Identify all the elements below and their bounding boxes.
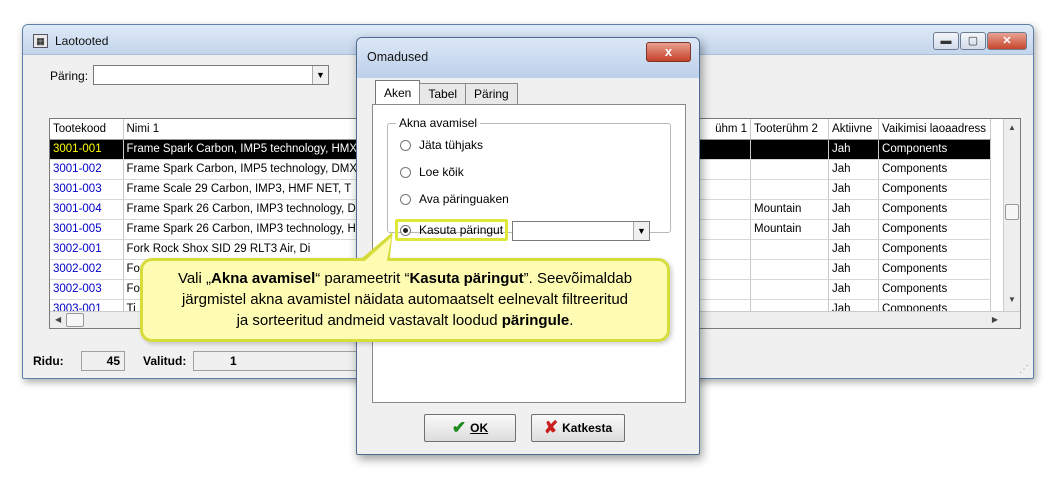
- horizontal-scroll-thumb[interactable]: [66, 313, 84, 327]
- app-icon: ▦: [33, 34, 48, 48]
- cell-addr[interactable]: Components: [878, 199, 992, 220]
- column-header[interactable]: Aktiivne: [828, 119, 880, 140]
- cell-code[interactable]: 3001-002: [50, 159, 124, 180]
- close-button[interactable]: ✕: [987, 32, 1027, 50]
- cell-addr[interactable]: Components: [878, 159, 992, 180]
- checkmark-icon: ✔: [451, 418, 467, 437]
- column-header[interactable]: Tooterühm 2: [750, 119, 830, 140]
- maximize-button[interactable]: ▢: [960, 32, 986, 50]
- cell-name[interactable]: Frame Spark 26 Carbon, IMP3 technology, …: [123, 199, 362, 220]
- chevron-down-icon[interactable]: ▼: [633, 222, 649, 240]
- tab-tabel[interactable]: Tabel: [419, 83, 467, 104]
- column-header[interactable]: Nimi 1: [123, 119, 362, 140]
- tab-paring[interactable]: Päring: [465, 83, 518, 104]
- callout-line-1: Vali „Akna avamisel“ parameetrit “Kasuta…: [177, 270, 633, 287]
- cell-active[interactable]: Jah: [828, 239, 880, 260]
- cell-g2[interactable]: [750, 159, 830, 180]
- resize-grip-icon[interactable]: ⋰: [1019, 364, 1029, 375]
- scroll-down-icon[interactable]: ▼: [1008, 295, 1016, 304]
- scroll-right-icon[interactable]: ▶: [992, 315, 998, 324]
- cell-g2[interactable]: [750, 139, 830, 160]
- radio-icon: [400, 166, 411, 178]
- cell-name[interactable]: Frame Spark Carbon, IMP5 technology, DMX: [123, 159, 362, 180]
- cell-addr[interactable]: Components: [878, 139, 992, 160]
- column-header[interactable]: Vaikimisi laoaadress: [878, 119, 992, 140]
- ok-button[interactable]: ✔ OK: [424, 414, 516, 442]
- cell-active[interactable]: Jah: [828, 199, 880, 220]
- callout-tooltip: Vali „Akna avamisel“ parameetrit “Kasuta…: [140, 258, 670, 342]
- tab-aken[interactable]: Aken: [375, 80, 421, 104]
- cell-g2[interactable]: [750, 239, 830, 260]
- cell-addr[interactable]: Components: [878, 239, 992, 260]
- cell-code[interactable]: 3002-003: [50, 279, 124, 300]
- rows-label: Ridu:: [33, 354, 64, 368]
- selected-label: Valitud:: [143, 354, 187, 368]
- callout-line-2: järgmistel akna avamistel näidata automa…: [181, 291, 629, 308]
- ok-label: OK: [470, 421, 489, 435]
- cell-name[interactable]: Frame Spark 26 Carbon, IMP3 technology, …: [123, 219, 362, 240]
- tab-panel-aken: Akna avamisel Jäta tühjaks Loe kõik Ava …: [372, 104, 686, 403]
- query-label: Päring:: [50, 69, 89, 83]
- cell-code[interactable]: 3002-002: [50, 259, 124, 280]
- cell-active[interactable]: Jah: [828, 159, 880, 180]
- cell-g2[interactable]: Mountain: [750, 219, 830, 240]
- radio-label: Ava päringuaken: [419, 192, 509, 206]
- callout-line-3: ja sorteeritud andmeid vastavalt loodud …: [236, 312, 574, 329]
- cell-addr[interactable]: Components: [878, 279, 992, 300]
- radio-label: Jäta tühjaks: [419, 138, 484, 152]
- cell-g2[interactable]: [750, 259, 830, 280]
- cancel-label: Katkesta: [562, 421, 613, 435]
- radio-label: Loe kõik: [419, 165, 464, 179]
- radio-load-all[interactable]: Loe kõik: [400, 165, 464, 179]
- cell-code[interactable]: 3002-001: [50, 239, 124, 260]
- radio-icon: [400, 139, 411, 151]
- selected-count: 1: [193, 351, 363, 371]
- cell-name[interactable]: Frame Spark Carbon, IMP5 technology, HMX: [123, 139, 362, 160]
- dialog-close-button[interactable]: x: [646, 42, 691, 62]
- main-window-title: Laotooted: [55, 34, 109, 48]
- cell-addr[interactable]: Components: [878, 259, 992, 280]
- cross-icon: ✘: [543, 418, 559, 437]
- dialog-tabs: Aken Tabel Päring: [375, 80, 518, 104]
- cell-active[interactable]: Jah: [828, 279, 880, 300]
- cell-active[interactable]: Jah: [828, 179, 880, 200]
- radio-icon: [400, 193, 411, 205]
- cancel-button[interactable]: ✘ Katkesta: [531, 414, 625, 442]
- vertical-scrollbar[interactable]: ▲ ▼: [1003, 119, 1020, 312]
- radio-use-query[interactable]: Kasuta päringut: [400, 223, 503, 237]
- radio-leave-empty[interactable]: Jäta tühjaks: [400, 138, 483, 152]
- cell-addr[interactable]: Components: [878, 219, 992, 240]
- use-query-combo[interactable]: ▼: [512, 221, 650, 241]
- minimize-button[interactable]: ▬: [933, 32, 959, 50]
- radio-label: Kasuta päringut: [419, 223, 504, 237]
- cell-active[interactable]: Jah: [828, 259, 880, 280]
- cell-code[interactable]: 3001-004: [50, 199, 124, 220]
- radio-open-query-window[interactable]: Ava päringuaken: [400, 192, 509, 206]
- cell-name[interactable]: Frame Scale 29 Carbon, IMP3, HMF NET, T: [123, 179, 362, 200]
- cell-active[interactable]: Jah: [828, 139, 880, 160]
- cell-g2[interactable]: Mountain: [750, 199, 830, 220]
- cell-g2[interactable]: [750, 179, 830, 200]
- properties-dialog: Omadused x Aken Tabel Päring Akna avamis…: [356, 37, 700, 455]
- chevron-down-icon[interactable]: ▼: [312, 66, 328, 84]
- cell-g2[interactable]: [750, 279, 830, 300]
- group-label: Akna avamisel: [396, 116, 481, 130]
- query-combo[interactable]: ▼: [93, 65, 329, 85]
- cell-addr[interactable]: Components: [878, 179, 992, 200]
- open-behavior-group: Akna avamisel Jäta tühjaks Loe kõik Ava …: [387, 116, 671, 241]
- cell-code[interactable]: 3001-001: [50, 139, 124, 160]
- cell-code[interactable]: 3001-003: [50, 179, 124, 200]
- vertical-scroll-thumb[interactable]: [1005, 204, 1019, 220]
- column-header[interactable]: Tootekood: [50, 119, 124, 140]
- dialog-titlebar[interactable]: Omadused x: [357, 38, 699, 78]
- cell-code[interactable]: 3001-005: [50, 219, 124, 240]
- rows-count: 45: [81, 351, 125, 371]
- scroll-up-icon[interactable]: ▲: [1008, 123, 1016, 132]
- cell-name[interactable]: Fork Rock Shox SID 29 RLT3 Air, Di: [123, 239, 362, 260]
- cell-active[interactable]: Jah: [828, 219, 880, 240]
- scroll-left-icon[interactable]: ◀: [55, 315, 61, 324]
- dialog-title: Omadused: [367, 50, 429, 64]
